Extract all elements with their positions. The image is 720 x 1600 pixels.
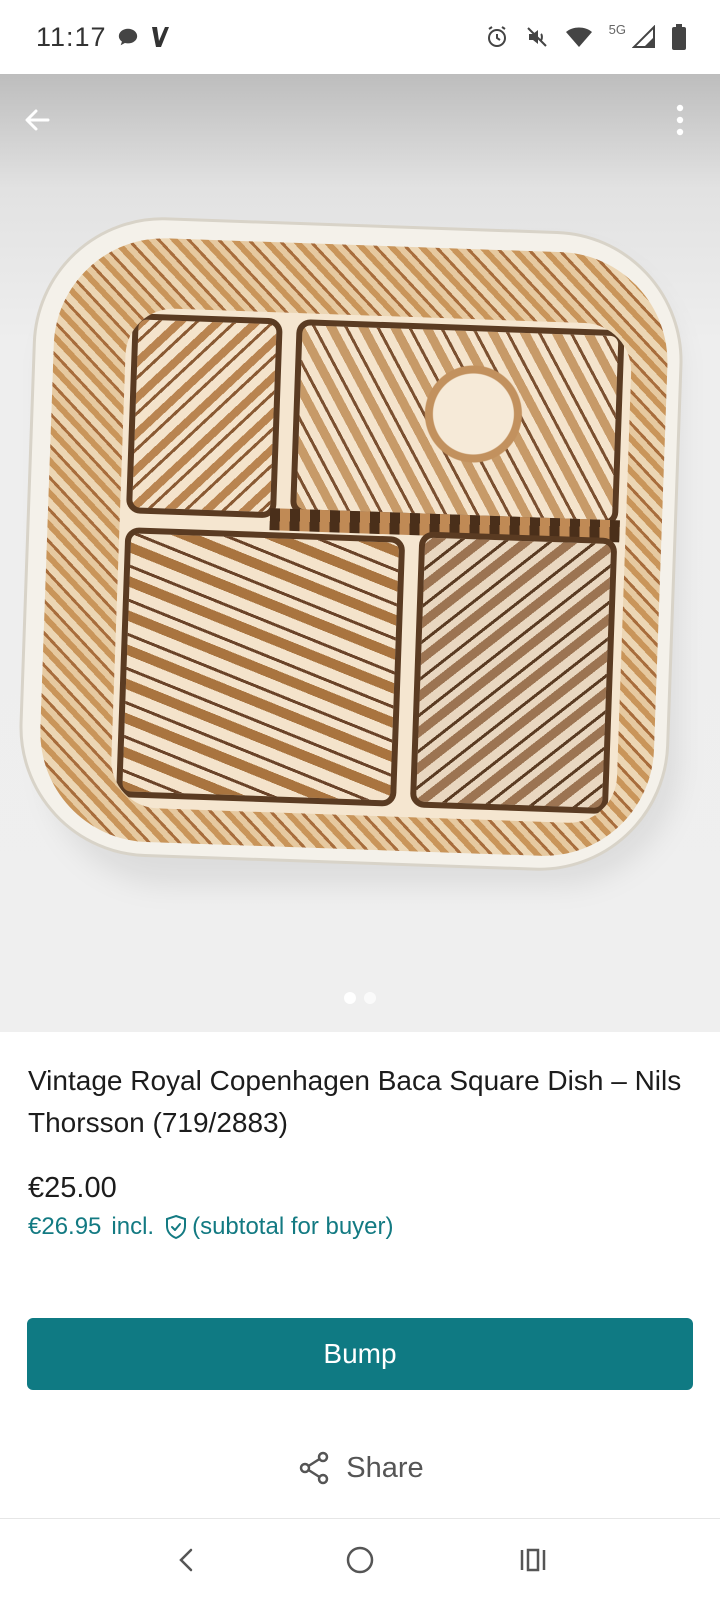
- listing-price: €25.00: [28, 1172, 117, 1204]
- signal-icon: [632, 25, 656, 49]
- gallery-dot[interactable]: [364, 992, 376, 1004]
- status-left: 11:17: [36, 22, 171, 53]
- alarm-icon: [485, 25, 509, 49]
- dish-panel: [125, 313, 283, 519]
- nav-back-icon: [178, 1548, 192, 1571]
- buyer-price: €26.95: [28, 1213, 102, 1240]
- nav-home-button[interactable]: [330, 1530, 390, 1590]
- bump-button[interactable]: Bump: [27, 1318, 693, 1390]
- buyer-price-row: €26.95 incl. (subtotal for buyer): [28, 1213, 394, 1241]
- gallery-dot-active[interactable]: [344, 992, 356, 1004]
- nav-back-button[interactable]: [157, 1530, 217, 1590]
- battery-icon: [672, 24, 686, 50]
- v-app-icon: [149, 25, 171, 49]
- listing-details: Vintage Royal Copenhagen Baca Square Dis…: [28, 1060, 698, 1144]
- chat-icon: [117, 26, 139, 48]
- dish-panel: [289, 318, 625, 527]
- status-right: 5G: [485, 21, 686, 50]
- buyer-price-incl: incl.: [111, 1213, 155, 1240]
- dish-panel: [409, 531, 618, 815]
- network-type: 5G: [608, 21, 626, 37]
- mute-icon: [525, 25, 549, 49]
- back-button[interactable]: [18, 100, 58, 140]
- product-image-dish: [15, 212, 687, 884]
- arrow-left-icon: [25, 109, 50, 131]
- status-bar: 11:17 5G: [0, 0, 720, 74]
- photo-toolbar: [0, 74, 720, 164]
- listing-photo-gallery[interactable]: [0, 74, 720, 1032]
- share-button[interactable]: Share: [0, 1440, 720, 1496]
- wifi-icon: [565, 25, 593, 49]
- gallery-pagination: [0, 992, 720, 1004]
- buyer-price-note: (subtotal for buyer): [192, 1213, 394, 1240]
- dish-patterned-border: [36, 234, 672, 860]
- listing-title: Vintage Royal Copenhagen Baca Square Dis…: [28, 1065, 682, 1138]
- share-label: Share: [346, 1451, 424, 1484]
- recents-icon: [521, 1548, 546, 1571]
- more-vertical-icon: [676, 104, 684, 136]
- dish-center: [109, 307, 633, 825]
- nav-recents-button[interactable]: [503, 1530, 563, 1590]
- status-time: 11:17: [36, 21, 107, 52]
- share-icon: [300, 1451, 329, 1485]
- buyer-protection-shield-icon[interactable]: [164, 1214, 188, 1240]
- more-options-button[interactable]: [670, 100, 690, 140]
- home-icon: [346, 1546, 374, 1573]
- dish-panel: [116, 527, 406, 807]
- system-navigation-bar: [0, 1518, 720, 1600]
- dish-rim: [15, 212, 687, 876]
